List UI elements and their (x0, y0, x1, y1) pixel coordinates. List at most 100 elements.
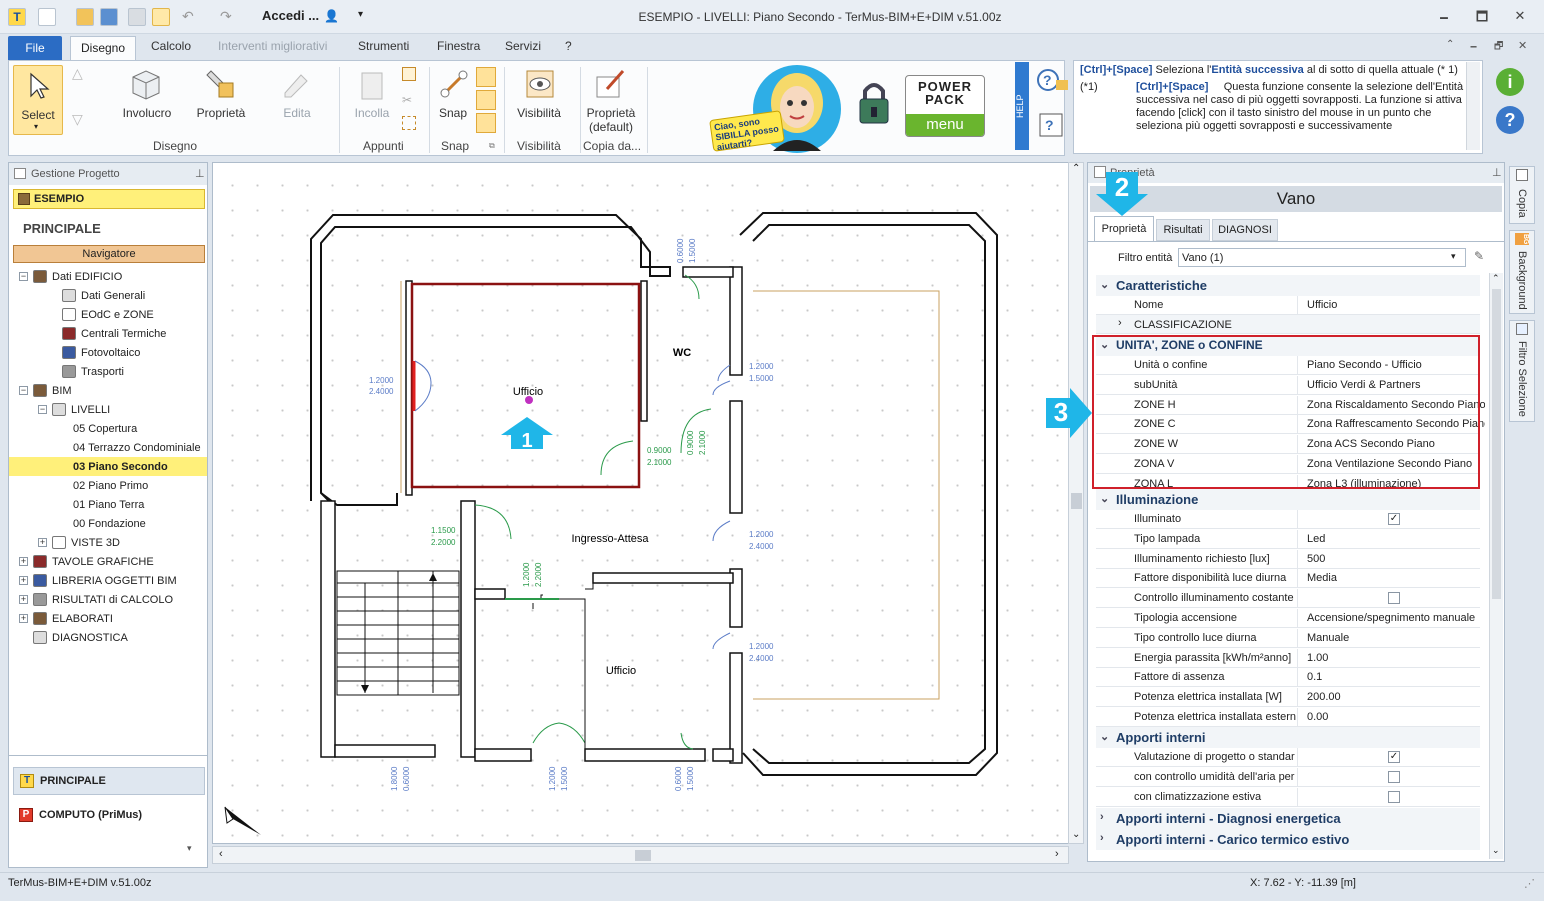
tree-item[interactable]: − BIM (9, 381, 207, 400)
undo-icon[interactable]: ↶ (182, 8, 200, 26)
h-scrollbar[interactable]: ‹ › (212, 846, 1069, 864)
prop-row[interactable]: con climatizzazione estiva (1096, 787, 1480, 807)
prop-row[interactable]: Tipo lampada Led (1096, 529, 1480, 549)
tree-item[interactable]: 04 Terrazzo Condominiale (9, 438, 207, 457)
prop-row[interactable]: Potenza elettrica installata estern 0.00 (1096, 708, 1480, 727)
select-button[interactable]: Select ▾ (13, 65, 63, 135)
category-diagnosi[interactable]: › Apporti interni - Diagnosi energetica (1096, 808, 1480, 829)
tree-item[interactable]: − LIVELLI (9, 400, 207, 419)
tree-item[interactable]: 02 Piano Primo (9, 476, 207, 495)
edita-button[interactable]: Edita (267, 106, 327, 120)
category-apporti[interactable]: ⌄ Apporti interni (1096, 727, 1480, 748)
drawing-canvas[interactable]: Ufficio WC Ingresso-Attesa Ufficio 1.200… (212, 162, 1069, 844)
category-illuminazione[interactable]: ⌄ Illuminazione (1096, 489, 1480, 510)
tab-disegno[interactable]: Disegno (70, 36, 136, 62)
tree-item[interactable]: Centrali Termiche (9, 324, 207, 343)
tree-item[interactable]: 03 Piano Secondo (9, 457, 207, 476)
vtab-copia[interactable]: Copia (1509, 166, 1535, 224)
collapse-icon[interactable]: − (19, 386, 28, 395)
doc-close-icon[interactable]: ✕ (1518, 39, 1527, 52)
tree-item[interactable]: DIAGNOSTICA (9, 628, 207, 647)
close-button[interactable]: ✕ (1508, 8, 1532, 26)
tab-strumenti[interactable]: Strumenti (358, 39, 409, 53)
proprieta-default-button[interactable]: Proprietà (default) (581, 106, 641, 134)
vtab-filtro[interactable]: Filtro Selezione (1509, 320, 1535, 422)
print-icon[interactable] (128, 8, 146, 26)
scroll-down-icon[interactable]: ⌄ (1492, 845, 1500, 856)
doc-restore-icon[interactable]: 🗗 (1494, 39, 1503, 56)
filter-edit-icon[interactable]: ✎ (1474, 249, 1492, 265)
snap-midpoint-icon[interactable] (476, 90, 496, 110)
prop-row[interactable]: Illuminamento richiesto [lux] 500 (1096, 549, 1480, 569)
expand-icon[interactable]: + (19, 595, 28, 604)
prop-value[interactable]: 0.1 (1307, 671, 1485, 683)
prop-row-classificazione[interactable]: › CLASSIFICAZIONE (1096, 315, 1480, 334)
up-arrow-icon[interactable]: △ (72, 65, 83, 82)
prop-row[interactable]: Illuminato ✓ (1096, 510, 1480, 529)
help-strip[interactable]: HELP (1015, 62, 1029, 150)
vtab-background[interactable]: BG Background (1509, 230, 1535, 314)
category-caratteristiche[interactable]: ⌄ Caratteristiche (1096, 275, 1480, 296)
prop-row[interactable]: Controllo illuminamento costante (1096, 589, 1480, 609)
tab-help[interactable]: ? (565, 39, 572, 53)
snap-button[interactable]: Snap (431, 106, 475, 120)
info-icon[interactable]: i (1496, 68, 1524, 96)
resize-grip-icon[interactable]: ⋰ (1524, 877, 1535, 890)
h-scroll-thumb[interactable] (635, 850, 651, 861)
tree-item[interactable]: Dati Generali (9, 286, 207, 305)
scroll-down-icon[interactable]: ⌄ (1072, 829, 1080, 840)
project-root-item[interactable]: ESEMPIO (13, 189, 205, 209)
collapse-icon[interactable]: − (19, 272, 28, 281)
expand-icon[interactable]: + (19, 614, 28, 623)
prop-row[interactable]: Valutazione di progetto o standar ✓ (1096, 748, 1480, 767)
prop-row[interactable]: Potenza elettrica installata [W] 200.00 (1096, 688, 1480, 708)
checkbox[interactable] (1388, 592, 1400, 605)
scroll-right-icon[interactable]: › (1055, 848, 1059, 860)
checkbox[interactable] (1388, 790, 1400, 803)
ribbon-collapse-icon[interactable]: ⌃ (1446, 39, 1454, 50)
prop-row[interactable]: Energia parassita [kWh/m²anno] 1.00 (1096, 648, 1480, 668)
prop-value[interactable]: 500 (1307, 553, 1485, 565)
pin-icon[interactable]: ⊥ (1492, 166, 1502, 179)
tree-item[interactable]: + RISULTATI di CALCOLO (9, 590, 207, 609)
snap-settings-icon[interactable]: ⧉ (489, 141, 495, 151)
cut-icon[interactable]: ✂ (402, 93, 412, 107)
prop-value[interactable]: Accensione/spegnimento manuale (1307, 612, 1485, 624)
expand-icon[interactable]: + (19, 576, 28, 585)
help-question-icon[interactable]: ? (1036, 68, 1070, 94)
bottom-principale-button[interactable]: T PRINCIPALE (13, 767, 205, 795)
scroll-up-icon[interactable]: ⌃ (1072, 163, 1080, 174)
minimize-button[interactable]: 🗕 (1432, 8, 1456, 26)
power-pack-button[interactable]: POWER PACK menu (905, 75, 985, 137)
prop-value[interactable]: 1.00 (1307, 652, 1485, 664)
file-tab[interactable]: File (8, 36, 62, 60)
tree-item[interactable]: + ELABORATI (9, 609, 207, 628)
prop-row[interactable]: Tipo controllo luce diurna Manuale (1096, 628, 1480, 648)
prop-value[interactable]: 200.00 (1307, 691, 1485, 703)
tree-item[interactable]: + TAVOLE GRAFICHE (9, 552, 207, 571)
floor-plan[interactable]: Ufficio WC Ingresso-Attesa Ufficio 1.200… (213, 163, 1068, 843)
tree-item[interactable]: 05 Copertura (9, 419, 207, 438)
tree-item[interactable]: 00 Fondazione (9, 514, 207, 533)
prop-row[interactable]: Fattore di assenza 0.1 (1096, 668, 1480, 688)
prop-value[interactable]: Ufficio (1307, 299, 1485, 311)
proprieta-button[interactable]: Proprietà (191, 106, 251, 120)
filter-select[interactable]: Vano (1) ▾ (1178, 248, 1466, 267)
category-carico[interactable]: › Apporti interni - Carico termico estivo (1096, 829, 1480, 850)
bottom-computo-button[interactable]: P COMPUTO (PriMus) (13, 803, 205, 829)
pin-icon[interactable]: ⊥ (195, 167, 205, 180)
incolla-button[interactable]: Incolla (345, 106, 399, 120)
open-folder-icon[interactable] (76, 8, 94, 26)
tab-proprieta[interactable]: Proprietà (1094, 216, 1154, 242)
lock-icon[interactable] (857, 79, 891, 125)
checkbox[interactable] (1388, 770, 1400, 783)
tree-item[interactable]: 01 Piano Terra (9, 495, 207, 514)
properties-scrollbar[interactable]: ⌃ ⌄ (1489, 273, 1503, 859)
help-round-icon[interactable]: ? (1496, 106, 1524, 134)
tree-item[interactable]: + LIBRERIA OGGETTI BIM (9, 571, 207, 590)
prop-value[interactable]: Led (1307, 533, 1485, 545)
customize-toolbar-icon[interactable]: ▾ (358, 9, 363, 20)
checkbox[interactable]: ✓ (1388, 513, 1400, 525)
help-video-icon[interactable]: ? (1036, 110, 1070, 140)
prop-value[interactable]: Media (1307, 572, 1485, 584)
